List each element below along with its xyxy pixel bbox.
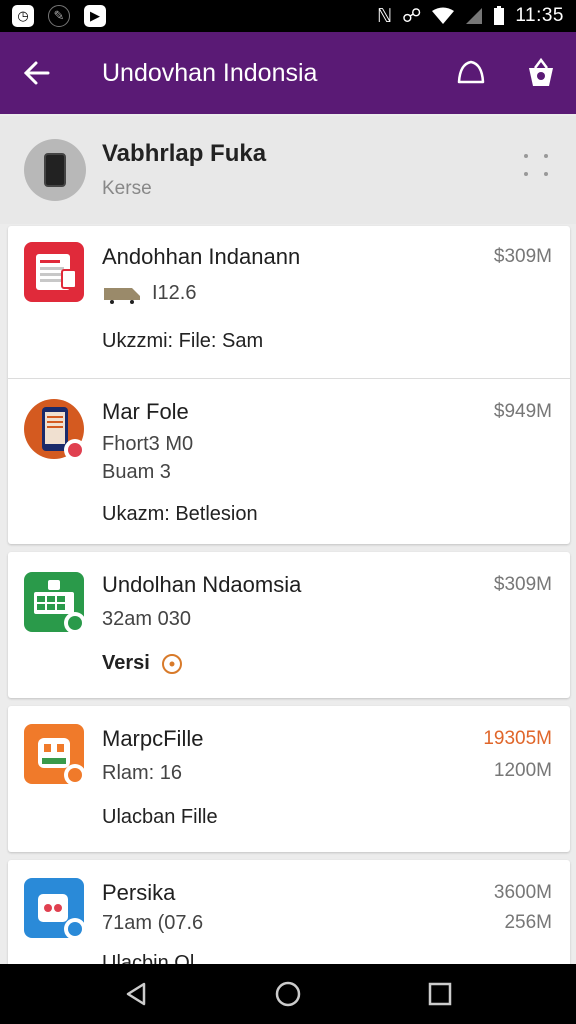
arrow-left-icon <box>23 61 50 85</box>
item-meta: I12.6 <box>102 282 196 305</box>
more-options-icon[interactable] <box>524 154 550 178</box>
item-meta-secondary: Buam 3 <box>102 461 171 483</box>
item-title: Mar Fole <box>102 399 189 424</box>
basket-icon <box>529 57 553 86</box>
item-size-secondary: 1200M <box>493 760 552 781</box>
search-button[interactable] <box>436 32 506 114</box>
wifi-icon <box>432 7 455 24</box>
navigation-bar <box>0 964 576 1024</box>
app-list-card: MarpcFille Rlam: 16 Ulacban Fille 19305M… <box>8 706 570 852</box>
list-item[interactable]: MarpcFille Rlam: 16 Ulacban Fille 19305M… <box>8 706 570 852</box>
truck-icon <box>104 287 140 304</box>
account-header[interactable]: Vabhrlap Fuka Kerse <box>0 116 576 224</box>
item-detail: Ulacban Fille <box>102 806 218 828</box>
basket-button[interactable] <box>506 32 576 114</box>
item-title: Andohhan Indanann <box>102 244 301 269</box>
app-list-card: Persika 71am (07.6 Ulacbin Ol 3600M 256M <box>8 860 570 974</box>
item-detail: Ukzzmi: File: Sam <box>102 330 264 352</box>
list-item[interactable]: Mar Fole Fhort3 M0 Buam 3 Ukazm: Betlesi… <box>8 379 570 544</box>
battery-icon <box>494 6 505 25</box>
vibrate-icon: ☍ <box>402 5 422 27</box>
clock-notification-icon: ◷ <box>12 5 34 27</box>
item-detail: Versi <box>102 652 183 675</box>
account-subtitle: Kerse <box>102 178 152 199</box>
location-notification-icon: ✎ <box>48 5 70 27</box>
page-title: Undovhan Indonsia <box>102 58 318 87</box>
home-nav-icon[interactable] <box>274 980 302 1008</box>
item-title: Undolhan Ndaomsia <box>102 572 302 597</box>
item-detail: Ukazm: Betlesion <box>102 503 258 525</box>
back-nav-icon[interactable] <box>122 980 150 1008</box>
document-app-icon <box>24 242 84 302</box>
item-meta: Rlam: 16 <box>102 762 183 784</box>
app-list-card: Undolhan Ndaomsia 32am 030 Versi $309M <box>8 552 570 698</box>
item-size: 3600M <box>493 882 552 903</box>
app-bar: Undovhan Indonsia <box>0 32 576 114</box>
account-name: Vabhrlap Fuka <box>102 140 267 167</box>
grid-app-icon <box>24 572 86 634</box>
item-title: MarpcFille <box>102 726 204 751</box>
list-item[interactable]: Andohhan Indanann I12.6 Ukzzmi: File: Sa… <box>8 226 570 378</box>
app-list-card: Andohhan Indanann I12.6 Ukzzmi: File: Sa… <box>8 226 570 544</box>
item-title: Persika <box>102 880 176 905</box>
item-size-secondary: 256M <box>504 912 552 933</box>
back-button[interactable] <box>0 32 72 114</box>
robot-app-icon <box>24 724 86 786</box>
avatar <box>24 139 86 201</box>
cart-app-icon <box>24 878 86 940</box>
search-icon <box>457 60 485 84</box>
item-size: $949M <box>493 401 552 422</box>
item-size: $309M <box>493 574 552 595</box>
list-item[interactable]: Undolhan Ndaomsia 32am 030 Versi $309M <box>8 552 570 698</box>
item-meta: 71am (07.6 <box>102 912 204 934</box>
nfc-icon: ℕ <box>376 5 393 27</box>
list-item[interactable]: Persika 71am (07.6 Ulacbin Ol 3600M 256M <box>8 860 570 974</box>
item-size: $309M <box>493 246 552 267</box>
item-meta: 32am 030 <box>102 608 191 630</box>
status-bar: ◷ ✎ ▶ ℕ ☍ 11:35 <box>0 0 576 32</box>
phone-app-icon <box>24 399 86 461</box>
clock-badge-icon <box>162 653 183 674</box>
signal-icon <box>466 8 483 24</box>
item-meta: Fhort3 M0 <box>102 433 194 455</box>
item-size: 19305M <box>483 728 552 749</box>
clock-time: 11:35 <box>515 5 564 26</box>
recents-nav-icon[interactable] <box>426 980 454 1008</box>
play-store-notification-icon: ▶ <box>84 5 106 27</box>
